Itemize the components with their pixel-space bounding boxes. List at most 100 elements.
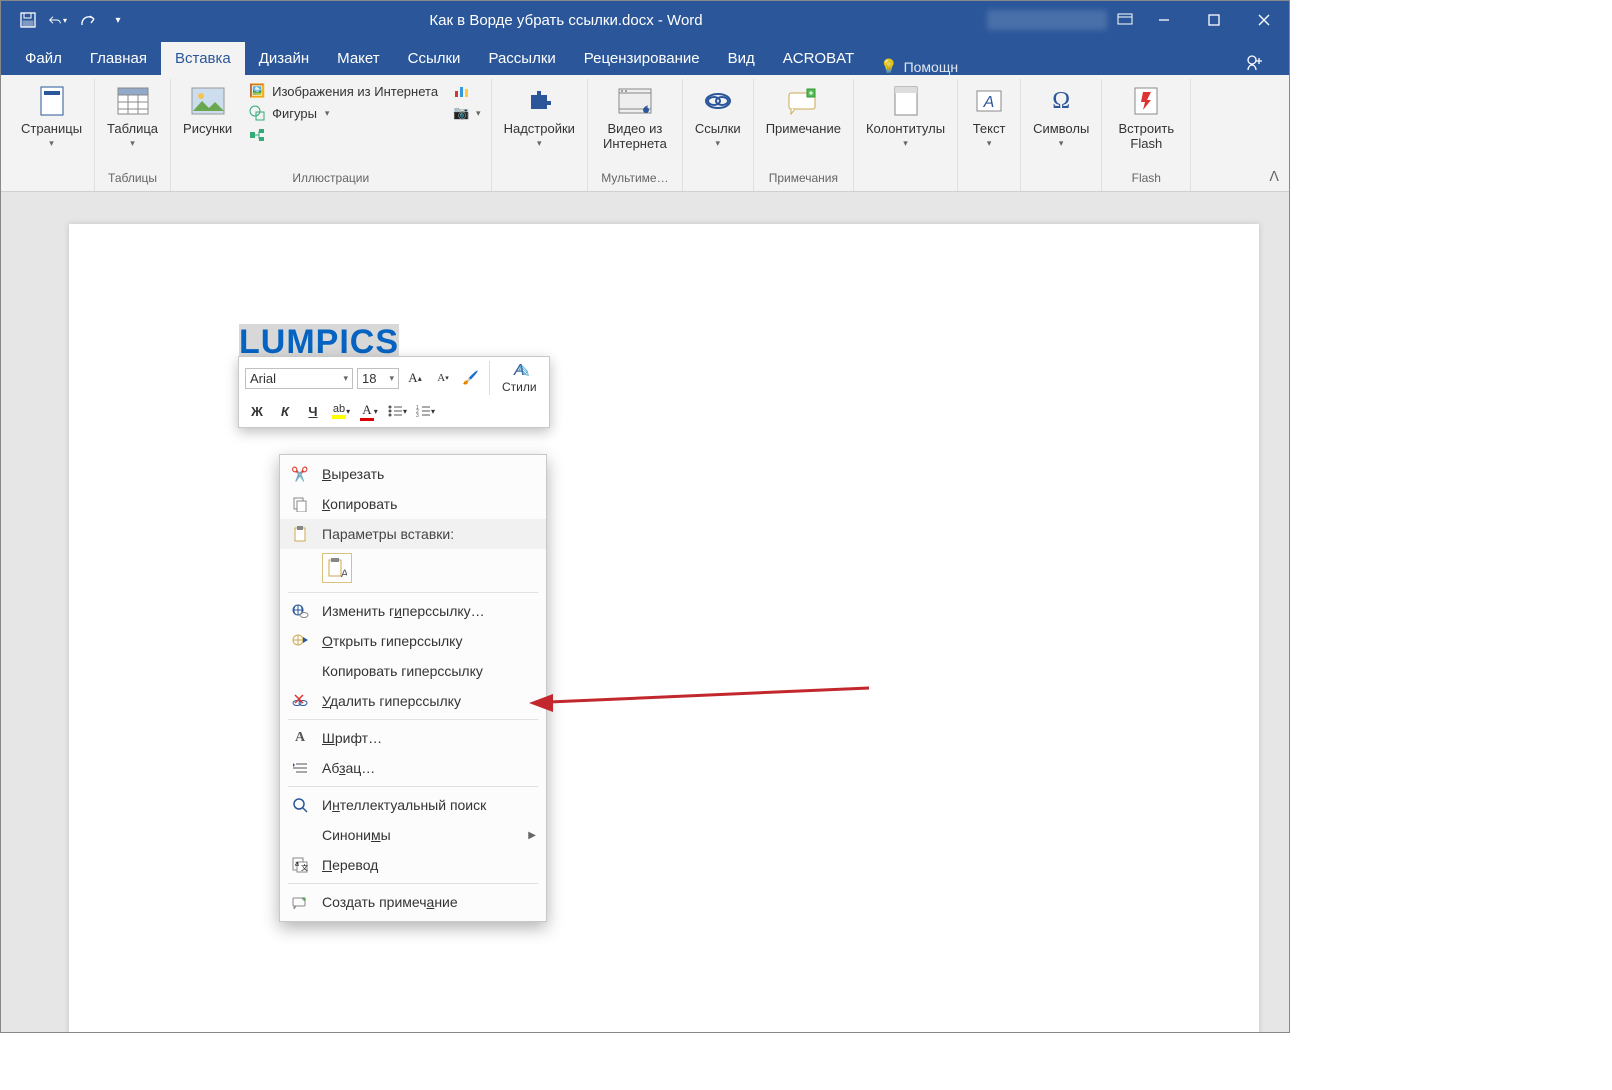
font-size-value: 18	[362, 371, 376, 386]
tab-file[interactable]: Файл	[11, 42, 76, 75]
bullets-button[interactable]: ▾	[385, 399, 409, 423]
tab-acrobat[interactable]: ACROBAT	[769, 42, 868, 75]
share-icon[interactable]	[1245, 52, 1265, 75]
format-painter-button[interactable]: 🖌️	[459, 366, 483, 390]
remove-link-icon	[288, 691, 312, 711]
ctx-smart-lookup[interactable]: Интеллектуальный поиск	[280, 790, 546, 820]
picture-icon	[190, 83, 226, 119]
ctx-synonyms[interactable]: Синонимы▶	[280, 820, 546, 850]
ctx-paste-header: Параметры вставки:	[280, 519, 546, 549]
group-tables: Таблица ▾ Таблицы	[95, 79, 171, 191]
ctx-open-hyperlink[interactable]: Открыть гиперссылку	[280, 626, 546, 656]
font-family-select[interactable]: Arial▾	[245, 368, 353, 389]
group-label-empty4	[904, 169, 907, 189]
smartart-button[interactable]	[244, 125, 442, 145]
chevron-down-icon: ▾	[987, 138, 992, 149]
addins-button[interactable]: Надстройки ▾	[498, 81, 581, 151]
omega-icon: Ω	[1043, 83, 1079, 119]
qat-customize-icon[interactable]: ▾	[109, 11, 127, 29]
online-pictures-button[interactable]: 🖼️ Изображения из Интернета	[244, 81, 442, 101]
tab-review[interactable]: Рецензирование	[570, 42, 714, 75]
online-pictures-label: Изображения из Интернета	[272, 84, 438, 99]
clipboard-icon	[288, 524, 312, 544]
pictures-label: Рисунки	[183, 121, 232, 136]
headers-button[interactable]: Колонтитулы ▾	[860, 81, 951, 151]
close-button[interactable]	[1239, 1, 1289, 39]
tab-insert[interactable]: Вставка	[161, 42, 245, 75]
ribbon-tabs: Файл Главная Вставка Дизайн Макет Ссылки…	[1, 39, 1289, 75]
numbering-button[interactable]: 123▾	[413, 399, 437, 423]
tell-me[interactable]: 💡 Помощн	[868, 58, 970, 75]
tab-layout[interactable]: Макет	[323, 42, 393, 75]
chart-button[interactable]	[448, 81, 485, 101]
ribbon-display-options-icon[interactable]	[1117, 12, 1133, 28]
ctx-font[interactable]: AШрифт…	[280, 723, 546, 753]
highlight-button[interactable]: ab▾	[329, 399, 353, 423]
svg-text:A: A	[341, 568, 347, 579]
comment-button[interactable]: Примечание	[760, 81, 847, 138]
document-area[interactable]: Arial▾ 18▾ A▴ A▾ 🖌️ A✎ Стили Ж К	[1, 192, 1289, 1032]
ctx-copy[interactable]: Копировать	[280, 489, 546, 519]
online-video-button[interactable]: Видео из Интернета	[594, 81, 676, 153]
pages-button[interactable]: Страницы ▾	[15, 81, 88, 151]
window-title: Как в Ворде убрать ссылки.docx - Word	[145, 12, 987, 29]
link-icon	[700, 83, 736, 119]
textbox-icon: A	[971, 83, 1007, 119]
screenshot-button[interactable]: 📷▾	[448, 103, 485, 123]
save-icon[interactable]	[19, 11, 37, 29]
ctx-copy-link-label: Копировать гиперссылку	[322, 663, 483, 679]
font-size-select[interactable]: 18▾	[357, 368, 399, 389]
flash-button[interactable]: Встроить Flash	[1108, 81, 1184, 153]
tab-home[interactable]: Главная	[76, 42, 161, 75]
styles-button[interactable]: A✎ Стили	[496, 362, 543, 394]
svg-text:A: A	[983, 94, 995, 111]
undo-icon[interactable]: ▾	[49, 11, 67, 29]
ctx-translate[interactable]: a文Перевод	[280, 850, 546, 880]
tabs-right	[1245, 52, 1279, 75]
text-button[interactable]: A Текст ▾	[964, 81, 1014, 151]
shrink-font-button[interactable]: A▾	[431, 366, 455, 390]
group-label-empty5	[987, 169, 990, 189]
online-pictures-icon: 🖼️	[248, 82, 266, 100]
annotation-arrow	[529, 684, 869, 714]
separator	[288, 786, 538, 787]
group-links: Ссылки ▾	[683, 79, 754, 191]
illustrations-stack2: 📷▾	[448, 81, 485, 123]
links-button[interactable]: Ссылки ▾	[689, 81, 747, 151]
translate-icon: a文	[288, 855, 312, 875]
tab-mailings[interactable]: Рассылки	[474, 42, 569, 75]
ctx-new-comment-label: Создать примечание	[322, 894, 458, 910]
font-color-button[interactable]: A▾	[357, 399, 381, 423]
tab-references[interactable]: Ссылки	[394, 42, 475, 75]
illustrations-stack: 🖼️ Изображения из Интернета Фигуры▾	[244, 81, 442, 145]
italic-button[interactable]: К	[273, 399, 297, 423]
table-button[interactable]: Таблица ▾	[101, 81, 164, 151]
paste-keep-text-button[interactable]: A	[322, 553, 352, 583]
comment-label: Примечание	[766, 121, 841, 136]
symbols-button[interactable]: Ω Символы ▾	[1027, 81, 1095, 151]
ctx-cut[interactable]: ✂️Вырезать	[280, 459, 546, 489]
ctx-edit-link-label: Изменить гиперссылку…	[322, 603, 485, 619]
bold-button[interactable]: Ж	[245, 399, 269, 423]
minimize-button[interactable]	[1139, 1, 1189, 39]
group-addins: Надстройки ▾	[492, 79, 588, 191]
maximize-button[interactable]	[1189, 1, 1239, 39]
tab-view[interactable]: Вид	[714, 42, 769, 75]
ctx-paragraph[interactable]: Абзац…	[280, 753, 546, 783]
ctx-copy-hyperlink[interactable]: Копировать гиперссылку	[280, 656, 546, 686]
collapse-ribbon-button[interactable]: ᐱ	[1269, 168, 1279, 185]
ctx-remove-hyperlink[interactable]: Удалить гиперссылку	[280, 686, 546, 716]
tab-design[interactable]: Дизайн	[245, 42, 323, 75]
new-comment-icon	[288, 892, 312, 912]
chevron-down-icon: ▾	[537, 138, 542, 149]
ctx-edit-hyperlink[interactable]: Изменить гиперссылку…	[280, 596, 546, 626]
redo-icon[interactable]	[79, 11, 97, 29]
page[interactable]: Arial▾ 18▾ A▴ A▾ 🖌️ A✎ Стили Ж К	[69, 224, 1259, 1032]
tables-group-label: Таблицы	[108, 169, 157, 189]
shapes-button[interactable]: Фигуры▾	[244, 103, 442, 123]
underline-button[interactable]: Ч	[301, 399, 325, 423]
ctx-new-comment[interactable]: Создать примечание	[280, 887, 546, 917]
grow-font-button[interactable]: A▴	[403, 366, 427, 390]
styles-label: Стили	[502, 380, 537, 394]
pictures-button[interactable]: Рисунки	[177, 81, 238, 138]
